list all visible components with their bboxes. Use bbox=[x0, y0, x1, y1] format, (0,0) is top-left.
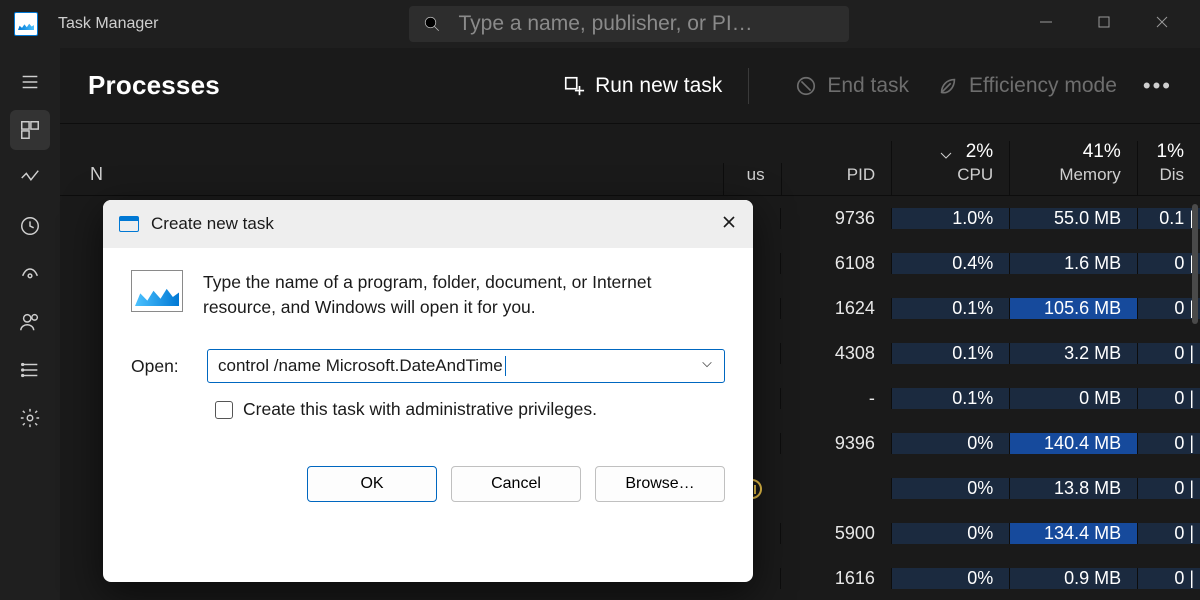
admin-privileges-checkbox[interactable] bbox=[215, 401, 233, 419]
hamburger-menu-button[interactable] bbox=[10, 62, 50, 102]
browse-button[interactable]: Browse… bbox=[595, 466, 725, 502]
cpu-cell: 0% bbox=[891, 433, 1009, 454]
nav-processes[interactable] bbox=[10, 110, 50, 150]
run-dialog-icon bbox=[119, 216, 139, 232]
pid-cell: 1624 bbox=[780, 298, 891, 319]
nav-services[interactable] bbox=[10, 398, 50, 438]
memory-cell: 0.9 MB bbox=[1009, 568, 1137, 589]
ok-button[interactable]: OK bbox=[307, 466, 437, 502]
column-disk[interactable]: 1%Dis bbox=[1137, 141, 1200, 195]
column-memory[interactable]: 41%Memory bbox=[1009, 141, 1137, 195]
sidebar bbox=[0, 48, 60, 600]
dialog-title: Create new task bbox=[151, 214, 274, 234]
cpu-cell: 0% bbox=[891, 568, 1009, 589]
disk-cell: 0 | bbox=[1137, 343, 1200, 364]
app-title: Task Manager bbox=[58, 15, 159, 33]
table-header: N us PID 2%CPU 41%Memory 1%Dis bbox=[60, 124, 1200, 196]
close-button[interactable] bbox=[1154, 14, 1170, 35]
create-new-task-dialog: Create new task Type the name of a progr… bbox=[103, 200, 753, 582]
end-task-button: End task bbox=[795, 74, 909, 98]
end-task-icon bbox=[795, 75, 817, 97]
cpu-cell: 0.4% bbox=[891, 253, 1009, 274]
scrollbar[interactable] bbox=[1192, 204, 1198, 324]
minimize-button[interactable] bbox=[1038, 14, 1054, 35]
efficiency-mode-button: Efficiency mode bbox=[937, 74, 1117, 98]
chevron-down-icon[interactable] bbox=[700, 356, 714, 376]
disk-cell: 0 | bbox=[1137, 433, 1200, 454]
column-status[interactable]: us bbox=[723, 163, 781, 195]
memory-cell: 105.6 MB bbox=[1009, 298, 1137, 319]
nav-details[interactable] bbox=[10, 350, 50, 390]
memory-cell: 55.0 MB bbox=[1009, 208, 1137, 229]
column-name[interactable]: N bbox=[60, 164, 723, 195]
open-label: Open: bbox=[131, 356, 193, 377]
nav-users[interactable] bbox=[10, 302, 50, 342]
cpu-cell: 0.1% bbox=[891, 388, 1009, 409]
task-manager-app-icon bbox=[14, 12, 38, 36]
maximize-button[interactable] bbox=[1096, 14, 1112, 35]
search-placeholder: Type a name, publisher, or PI… bbox=[459, 12, 753, 36]
search-icon bbox=[423, 15, 441, 33]
memory-cell: 1.6 MB bbox=[1009, 253, 1137, 274]
cpu-cell: 0.1% bbox=[891, 343, 1009, 364]
dialog-close-button[interactable] bbox=[721, 214, 737, 235]
nav-performance[interactable] bbox=[10, 158, 50, 198]
chevron-down-icon bbox=[938, 147, 954, 168]
cpu-cell: 0.1% bbox=[891, 298, 1009, 319]
column-cpu[interactable]: 2%CPU bbox=[891, 141, 1009, 195]
disk-cell: 0 | bbox=[1137, 388, 1200, 409]
disk-cell: 0 | bbox=[1137, 523, 1200, 544]
memory-cell: 140.4 MB bbox=[1009, 433, 1137, 454]
column-pid[interactable]: PID bbox=[781, 163, 892, 195]
search-input[interactable]: Type a name, publisher, or PI… bbox=[409, 6, 849, 42]
cpu-cell: 0% bbox=[891, 478, 1009, 499]
more-options-button[interactable]: ••• bbox=[1143, 73, 1172, 99]
disk-cell: 0 | bbox=[1137, 253, 1200, 274]
titlebar: Task Manager Type a name, publisher, or … bbox=[0, 0, 1200, 48]
pid-cell: 9736 bbox=[780, 208, 891, 229]
memory-cell: 3.2 MB bbox=[1009, 343, 1137, 364]
disk-cell: 0.1 | bbox=[1137, 208, 1200, 229]
window-controls bbox=[1038, 14, 1192, 35]
dialog-description: Type the name of a program, folder, docu… bbox=[203, 270, 725, 319]
pid-cell: 1616 bbox=[780, 568, 891, 589]
memory-cell: 13.8 MB bbox=[1009, 478, 1137, 499]
memory-cell: 0 MB bbox=[1009, 388, 1137, 409]
open-field-value: control /name Microsoft.DateAndTime bbox=[218, 356, 506, 376]
pid-cell: 6108 bbox=[780, 253, 891, 274]
nav-app-history[interactable] bbox=[10, 206, 50, 246]
cpu-cell: 1.0% bbox=[891, 208, 1009, 229]
run-task-icon bbox=[563, 75, 585, 97]
run-new-task-button[interactable]: Run new task bbox=[563, 74, 722, 98]
toolbar-divider bbox=[748, 68, 749, 104]
pid-cell: 5900 bbox=[780, 523, 891, 544]
leaf-icon bbox=[937, 75, 959, 97]
disk-cell: 0 | bbox=[1137, 568, 1200, 589]
open-combobox[interactable]: control /name Microsoft.DateAndTime bbox=[207, 349, 725, 383]
pid-cell: - bbox=[780, 388, 891, 409]
admin-privileges-label: Create this task with administrative pri… bbox=[243, 399, 597, 420]
cpu-cell: 0% bbox=[891, 523, 1009, 544]
pid-cell: 4308 bbox=[780, 343, 891, 364]
disk-cell: 0 | bbox=[1137, 478, 1200, 499]
disk-cell: 0 | bbox=[1137, 298, 1200, 319]
page-title: Processes bbox=[88, 70, 220, 101]
cancel-button[interactable]: Cancel bbox=[451, 466, 581, 502]
run-dialog-large-icon bbox=[131, 270, 183, 312]
toolbar: Processes Run new task End task Efficien… bbox=[60, 48, 1200, 124]
pid-cell: 9396 bbox=[780, 433, 891, 454]
memory-cell: 134.4 MB bbox=[1009, 523, 1137, 544]
nav-startup[interactable] bbox=[10, 254, 50, 294]
dialog-titlebar: Create new task bbox=[103, 200, 753, 248]
